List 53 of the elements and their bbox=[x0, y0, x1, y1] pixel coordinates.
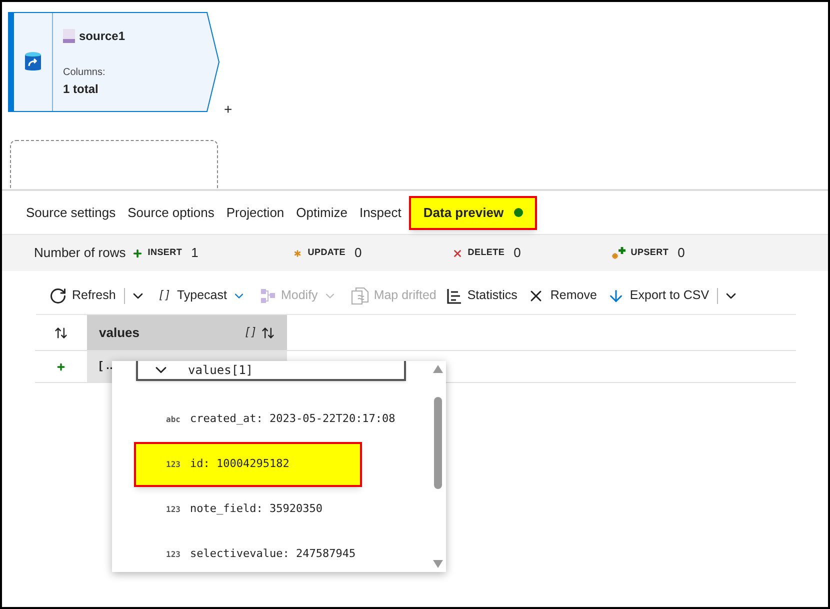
add-button[interactable]: + bbox=[224, 102, 232, 116]
count-label: UPSERT bbox=[630, 246, 669, 260]
asterisk-plus-icon bbox=[612, 246, 626, 260]
columns-value: 1 total bbox=[63, 81, 100, 98]
field-text: selectivevalue: 247587945 bbox=[190, 546, 356, 562]
cross-icon bbox=[452, 248, 463, 258]
rows-label: Number of rows bbox=[34, 244, 126, 262]
popup-header[interactable]: values[1] bbox=[136, 361, 406, 381]
field-text: created_at: 2023-05-22T20:17:08 bbox=[190, 411, 396, 428]
plus-icon bbox=[132, 248, 143, 258]
tab[interactable]: Source settings bbox=[22, 196, 120, 230]
asterisk-icon bbox=[292, 248, 303, 258]
field-text: note_field: 35920350 bbox=[190, 501, 322, 518]
type-label: 123 bbox=[166, 458, 180, 470]
count-label: DELETE bbox=[468, 246, 505, 260]
database-icon bbox=[24, 51, 42, 73]
documents-icon bbox=[350, 286, 369, 304]
tab[interactable]: Data preview bbox=[409, 196, 537, 230]
tab[interactable]: Source options bbox=[124, 196, 218, 230]
plus-icon bbox=[56, 362, 66, 372]
field-text: id: 10004295182 bbox=[190, 456, 290, 472]
tab[interactable]: Projection bbox=[222, 196, 288, 230]
popup-title: values[1] bbox=[188, 362, 254, 379]
type-label: 123 bbox=[166, 548, 180, 560]
tab[interactable]: Optimize bbox=[292, 196, 352, 230]
count-value: 0 bbox=[354, 244, 362, 262]
count-label: INSERT bbox=[148, 246, 182, 260]
toolbar-button[interactable]: Refresh bbox=[46, 286, 119, 305]
type-label: abc bbox=[166, 414, 180, 426]
count-value: 0 bbox=[514, 244, 521, 262]
toolbar-button[interactable]: Remove bbox=[524, 286, 600, 305]
column-header[interactable]: values [ ] bbox=[87, 315, 287, 350]
node-title: source1 bbox=[79, 28, 126, 45]
sort-icon[interactable] bbox=[261, 326, 275, 340]
count-value: 1 bbox=[191, 244, 198, 262]
column-title: values bbox=[99, 324, 140, 342]
toolbar-button[interactable]: [ ] Typecast bbox=[154, 286, 249, 305]
scroll-down-icon[interactable] bbox=[433, 560, 443, 568]
sort-icon[interactable] bbox=[54, 326, 68, 340]
tab[interactable]: Inspect bbox=[355, 196, 406, 230]
type-glyph: [ ] bbox=[246, 325, 255, 340]
columns-label: Columns: bbox=[63, 66, 106, 80]
nodes-icon bbox=[260, 288, 276, 304]
scroll-thumb[interactable] bbox=[434, 397, 442, 489]
refresh-icon bbox=[49, 286, 67, 304]
toolbar-button[interactable]: Statistics bbox=[443, 286, 520, 305]
type-label: 123 bbox=[166, 504, 180, 516]
bars-icon bbox=[446, 288, 462, 304]
scroll-up-icon[interactable] bbox=[433, 365, 443, 373]
toolbar-button[interactable]: Export to CSV bbox=[604, 286, 712, 305]
count-label: UPDATE bbox=[308, 246, 346, 260]
file-icon bbox=[63, 29, 75, 43]
count-value: 0 bbox=[678, 244, 685, 262]
